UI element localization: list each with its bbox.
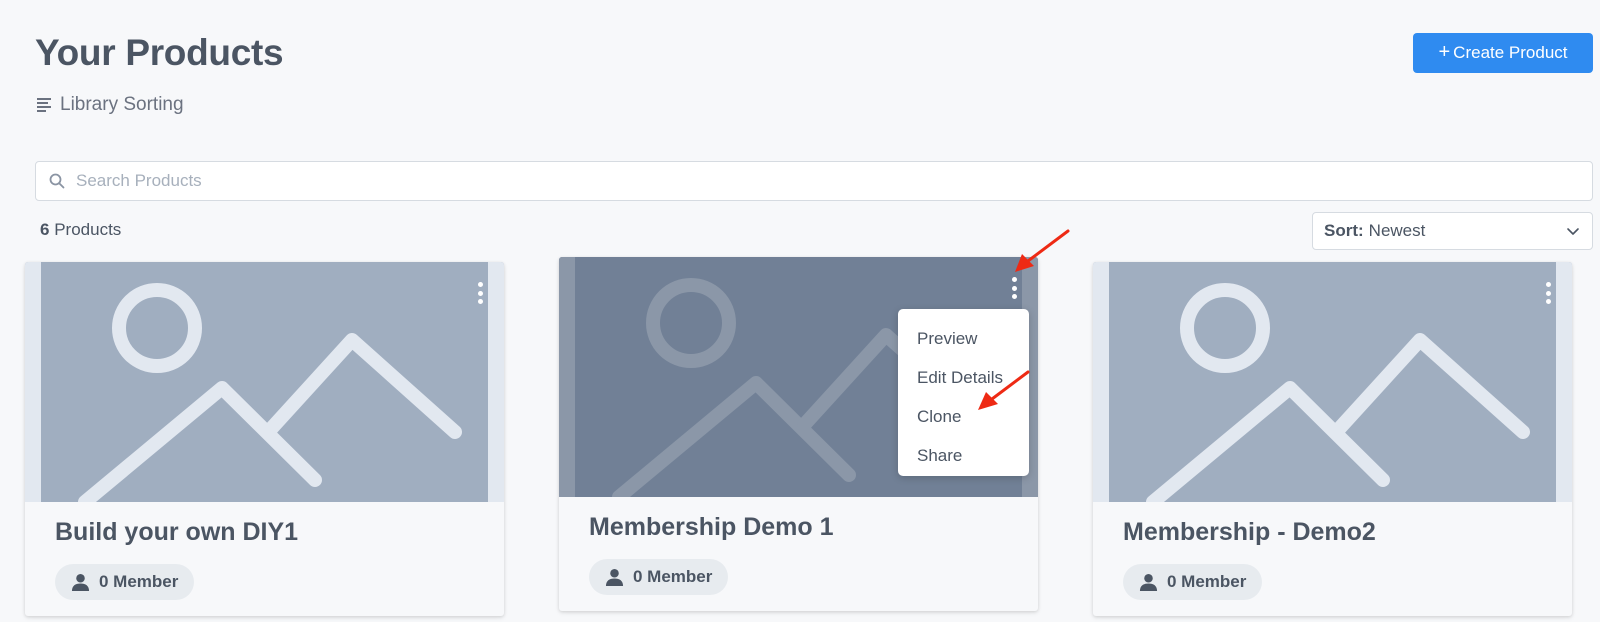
library-sorting-label: Library Sorting <box>60 94 184 115</box>
sort-value: Newest <box>1368 221 1426 240</box>
kebab-menu-icon[interactable] <box>1009 277 1019 299</box>
product-title[interactable]: Membership - Demo2 <box>1123 518 1376 547</box>
page-title: Your Products <box>35 32 284 73</box>
menu-item-share[interactable]: Share <box>898 436 1029 475</box>
product-thumbnail[interactable] <box>25 262 504 502</box>
product-title[interactable]: Build your own DIY1 <box>55 518 298 547</box>
lines-icon <box>37 98 51 112</box>
product-count: 6 Products <box>40 220 121 240</box>
member-count-badge: 0 Member <box>55 564 195 600</box>
product-title[interactable]: Membership Demo 1 <box>589 513 834 542</box>
product-thumbnail[interactable] <box>1093 262 1572 502</box>
plus-icon: + <box>1438 41 1451 63</box>
chevron-down-icon <box>1567 228 1579 235</box>
product-card[interactable]: Membership - Demo2 0 Member <box>1093 262 1572 616</box>
member-count: 0 Member <box>99 572 179 591</box>
member-count-badge: 0 Member <box>1123 564 1263 600</box>
member-count: 0 Member <box>633 567 713 586</box>
member-count-badge: 0 Member <box>589 559 729 595</box>
product-count-label: Products <box>54 220 122 239</box>
menu-item-preview[interactable]: Preview <box>898 319 1029 358</box>
product-card[interactable]: Build your own DIY1 0 Member <box>25 262 504 616</box>
library-sorting-link[interactable]: Library Sorting <box>37 94 184 116</box>
image-placeholder-icon <box>25 262 504 502</box>
user-icon <box>605 568 624 586</box>
user-icon <box>1139 573 1158 591</box>
kebab-menu-icon[interactable] <box>475 282 485 304</box>
kebab-menu-icon[interactable] <box>1543 282 1553 304</box>
member-count: 0 Member <box>1167 572 1247 591</box>
search-icon <box>49 173 65 189</box>
create-product-label: Create Product <box>1453 43 1568 62</box>
menu-item-edit-details[interactable]: Edit Details <box>898 358 1029 397</box>
search-input[interactable] <box>36 162 1592 200</box>
sort-label: Sort: <box>1324 221 1364 240</box>
create-product-button[interactable]: + Create Product <box>1413 33 1593 73</box>
product-count-number: 6 <box>40 220 50 239</box>
search-bar <box>35 161 1593 201</box>
image-placeholder-icon <box>1093 262 1572 502</box>
user-icon <box>71 573 90 591</box>
products-page: Your Products Library Sorting + Create P… <box>0 0 1600 622</box>
product-context-menu: Preview Edit Details Clone Share <box>898 309 1029 476</box>
sort-dropdown[interactable]: Sort: Newest <box>1312 212 1593 250</box>
menu-item-clone[interactable]: Clone <box>898 397 1029 436</box>
